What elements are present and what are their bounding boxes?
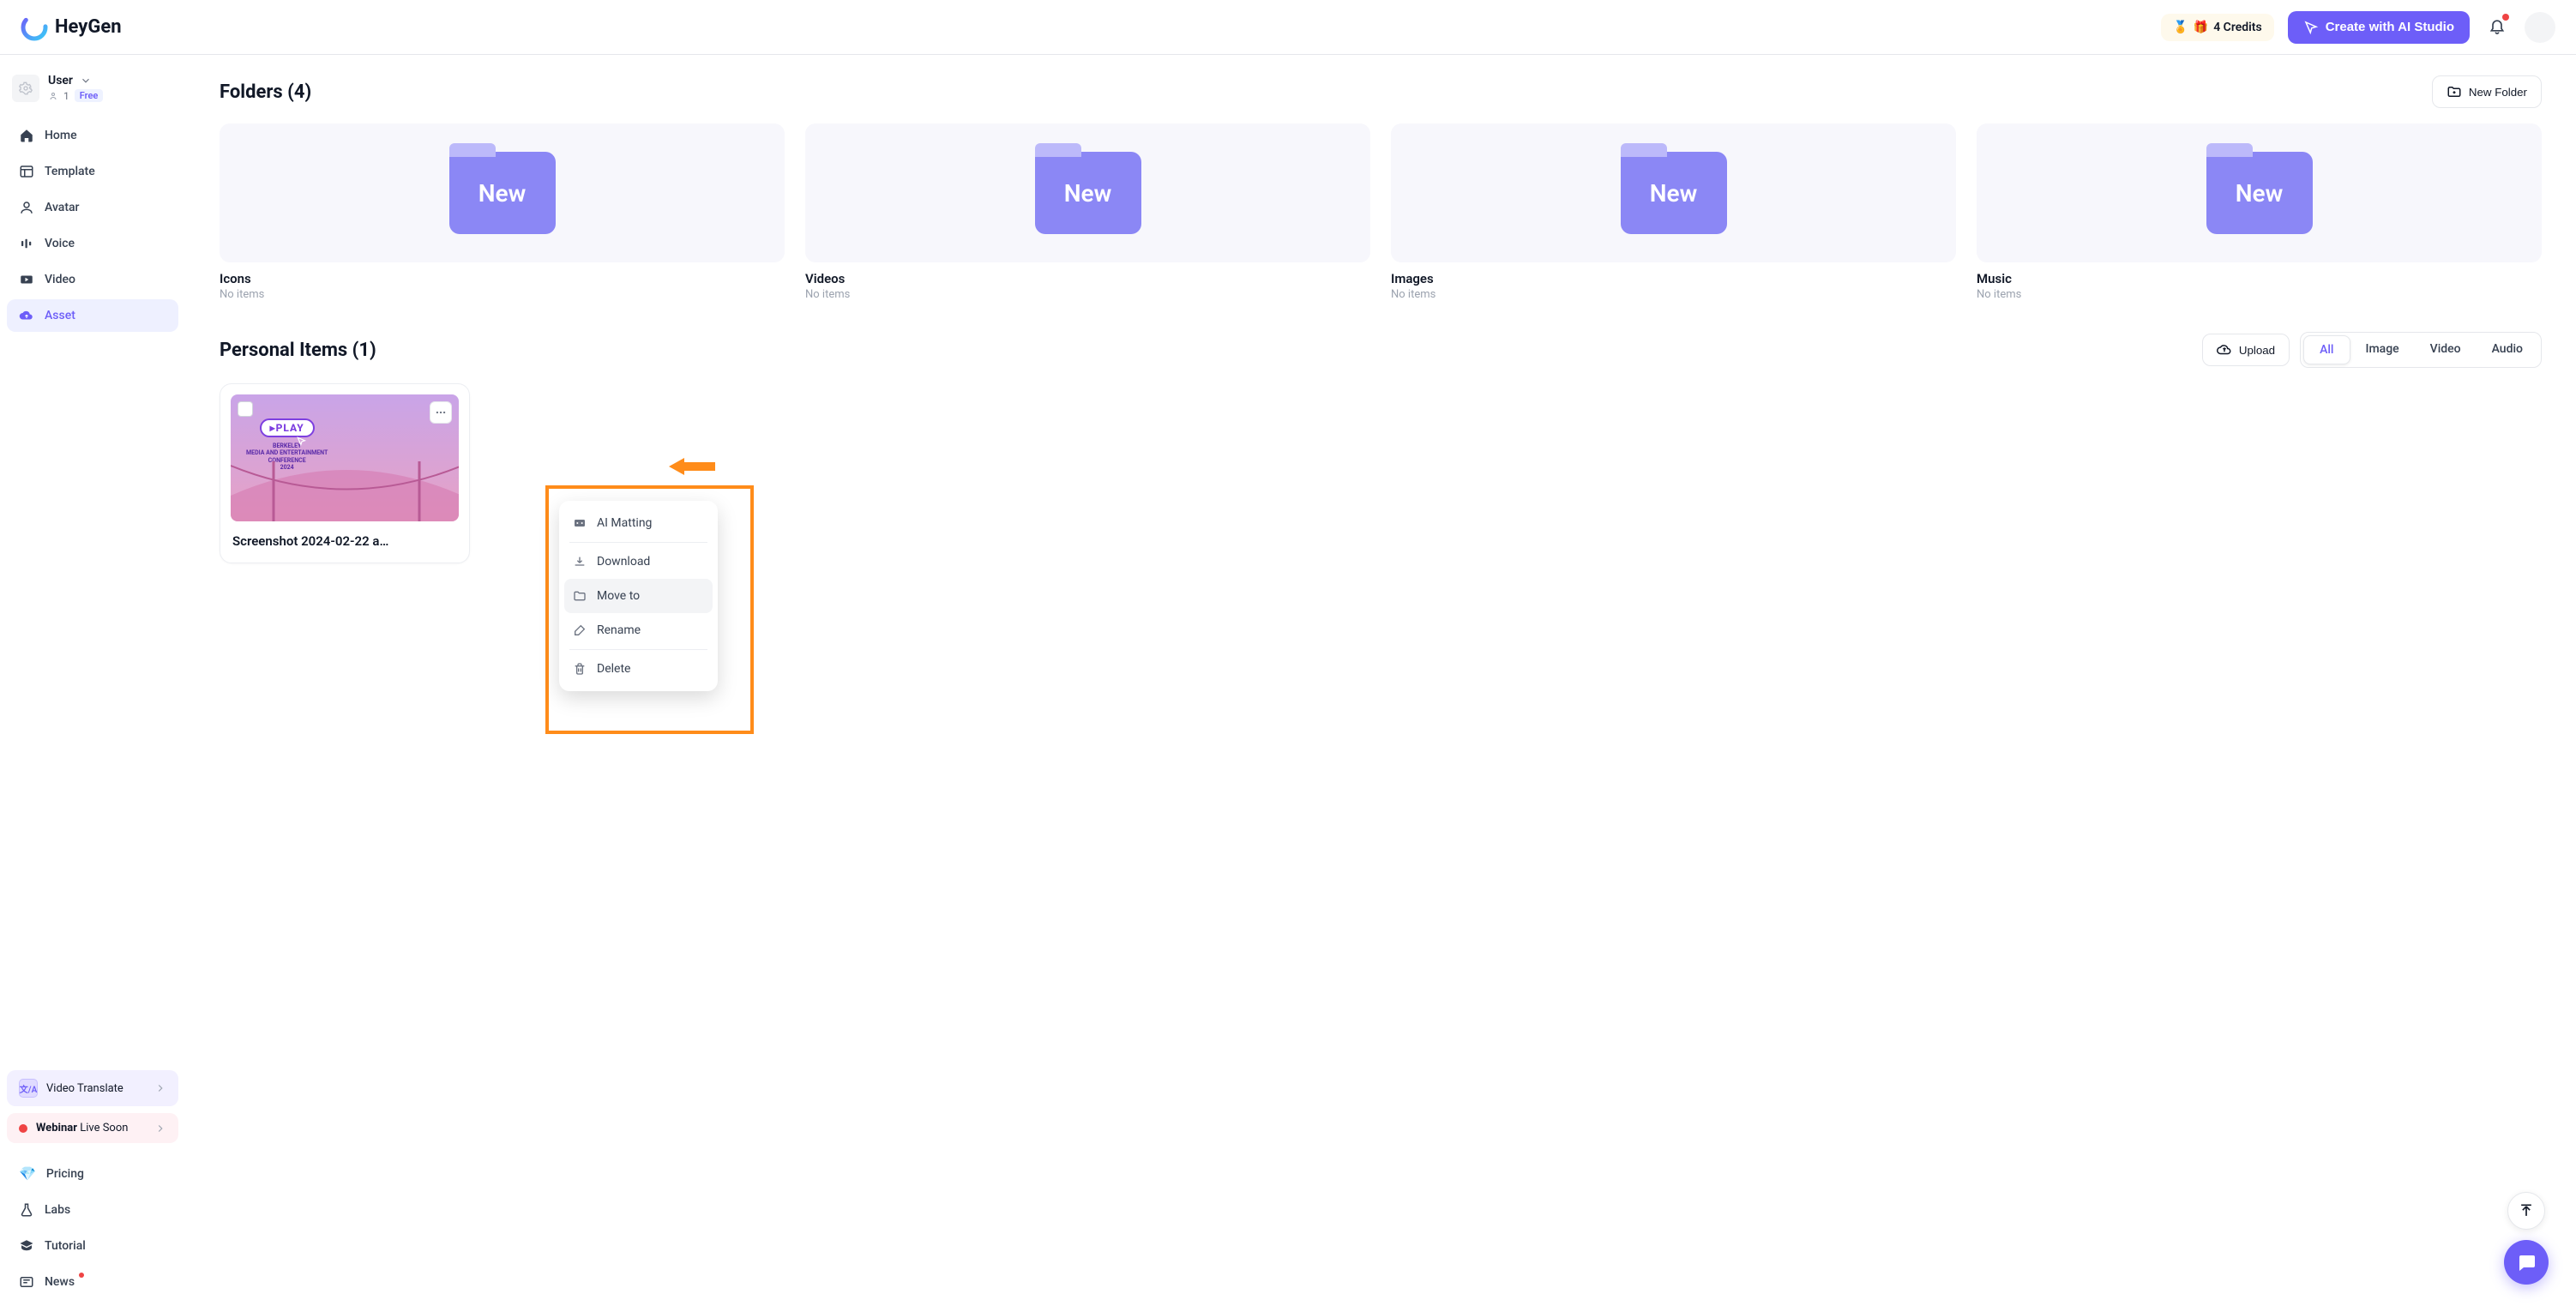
- ctx-move-to[interactable]: Move to: [564, 579, 713, 613]
- user-avatar[interactable]: [2525, 12, 2555, 43]
- cloud-icon: [19, 308, 34, 323]
- ctx-rename[interactable]: Rename: [564, 613, 713, 647]
- graduation-cap-icon: [19, 1238, 34, 1254]
- upload-button[interactable]: Upload: [2202, 334, 2290, 366]
- folders-title: Folders (4): [220, 81, 311, 103]
- create-ai-studio-button[interactable]: Create with AI Studio: [2288, 11, 2470, 44]
- gift-icon: 🎁: [2194, 21, 2208, 34]
- ctx-ai-matting[interactable]: AI Matting: [564, 506, 713, 540]
- users-icon: [48, 91, 58, 101]
- nav-labs[interactable]: Labs: [7, 1194, 178, 1226]
- folder-card-music[interactable]: New Music No items: [1977, 123, 2542, 301]
- workspace-name: User: [48, 74, 73, 87]
- nav-avatar[interactable]: Avatar: [7, 191, 178, 224]
- folder-icon: [573, 589, 587, 603]
- rename-icon: [573, 623, 587, 637]
- nav-voice[interactable]: Voice: [7, 227, 178, 260]
- asset-name: Screenshot 2024-02-22 a…: [220, 521, 469, 563]
- scroll-to-top-button[interactable]: [2507, 1192, 2545, 1230]
- video-icon: [19, 272, 34, 287]
- folders-grid: New Icons No items New Videos No items N…: [220, 123, 2542, 301]
- filter-video[interactable]: Video: [2415, 335, 2477, 364]
- secondary-nav: 💎 Pricing Labs Tutorial News: [7, 1157, 178, 1298]
- notifications-button[interactable]: [2483, 12, 2511, 43]
- news-badge-dot: [79, 1273, 84, 1278]
- filter-image[interactable]: Image: [2350, 335, 2415, 364]
- workspace-selector[interactable]: User 1 Free: [7, 69, 178, 112]
- heygen-logo-icon: [21, 14, 48, 41]
- app-header: HeyGen 🏅 🎁 4 Credits Create with AI Stud…: [0, 0, 2576, 55]
- news-icon: [19, 1274, 34, 1290]
- chat-icon: [2516, 1252, 2537, 1273]
- support-chat-button[interactable]: [2504, 1240, 2549, 1285]
- folder-card-icons[interactable]: New Icons No items: [220, 123, 785, 301]
- new-folder-button[interactable]: New Folder: [2432, 75, 2542, 108]
- flask-icon: [19, 1202, 34, 1218]
- ai-matting-icon: [573, 516, 587, 530]
- asset-more-button[interactable]: [430, 401, 452, 424]
- asset-card[interactable]: ▸PLAY BERKELEY MEDIA AND ENTERTAINMENT C…: [220, 383, 470, 563]
- trash-icon: [573, 662, 587, 676]
- header-actions: 🏅 🎁 4 Credits Create with AI Studio: [2161, 11, 2555, 44]
- chevron-right-icon: [154, 1122, 166, 1134]
- credits-text: 4 Credits: [2213, 21, 2262, 34]
- asset-thumbnail: ▸PLAY BERKELEY MEDIA AND ENTERTAINMENT C…: [231, 394, 459, 521]
- avatar-icon: [19, 200, 34, 215]
- medal-icon: 🏅: [2173, 21, 2188, 34]
- voice-icon: [19, 236, 34, 251]
- brand-name: HeyGen: [55, 16, 122, 38]
- folder-plus-icon: [2447, 84, 2462, 99]
- primary-nav: Home Template Avatar Voice Video Asset: [7, 119, 178, 332]
- arrow-up-icon: [2518, 1202, 2535, 1219]
- folder-card-videos[interactable]: New Videos No items: [805, 123, 1370, 301]
- promo-video-translate[interactable]: 文/A Video Translate: [7, 1070, 178, 1106]
- chevron-right-icon: [154, 1082, 166, 1094]
- personal-items-title: Personal Items (1): [220, 340, 376, 361]
- context-menu: AI Matting Download Move to Rename Delet…: [559, 501, 718, 691]
- chevron-down-icon: [80, 75, 92, 87]
- live-dot-icon: [19, 1124, 27, 1133]
- workspace-icon: [12, 75, 39, 102]
- ctx-download[interactable]: Download: [564, 545, 713, 579]
- notification-dot: [2502, 14, 2509, 21]
- more-horizontal-icon: [435, 406, 447, 418]
- filter-tabs: All Image Video Audio: [2300, 332, 2542, 368]
- home-icon: [19, 128, 34, 143]
- bridge-illustration: [231, 461, 459, 521]
- nav-pricing[interactable]: 💎 Pricing: [7, 1157, 178, 1190]
- main-content: Folders (4) New Folder New Icons No item…: [185, 55, 2576, 1312]
- filter-all[interactable]: All: [2303, 335, 2350, 364]
- annotation-arrow: [669, 458, 715, 475]
- cursor-pointer-icon: [296, 436, 308, 448]
- nav-template[interactable]: Template: [7, 155, 178, 188]
- nav-home[interactable]: Home: [7, 119, 178, 152]
- filter-audio[interactable]: Audio: [2477, 335, 2538, 364]
- promo-webinar[interactable]: Webinar Live Soon: [7, 1113, 178, 1143]
- translate-icon: 文/A: [19, 1079, 38, 1098]
- folder-card-images[interactable]: New Images No items: [1391, 123, 1956, 301]
- brand-logo[interactable]: HeyGen: [21, 14, 122, 41]
- template-icon: [19, 164, 34, 179]
- gear-icon: [19, 81, 33, 95]
- nav-tutorial[interactable]: Tutorial: [7, 1230, 178, 1262]
- member-count: 1: [63, 90, 69, 102]
- upload-icon: [2217, 342, 2232, 358]
- nav-news[interactable]: News: [7, 1266, 178, 1298]
- diamond-icon: 💎: [19, 1165, 36, 1182]
- ctx-delete[interactable]: Delete: [564, 652, 713, 686]
- nav-video[interactable]: Video: [7, 263, 178, 296]
- sidebar: User 1 Free Home Template A: [0, 55, 185, 1312]
- download-icon: [573, 555, 587, 569]
- plan-badge: Free: [75, 89, 104, 102]
- cursor-icon: [2303, 20, 2319, 35]
- credits-badge[interactable]: 🏅 🎁 4 Credits: [2161, 14, 2273, 41]
- nav-asset[interactable]: Asset: [7, 299, 178, 332]
- asset-checkbox[interactable]: [238, 401, 253, 417]
